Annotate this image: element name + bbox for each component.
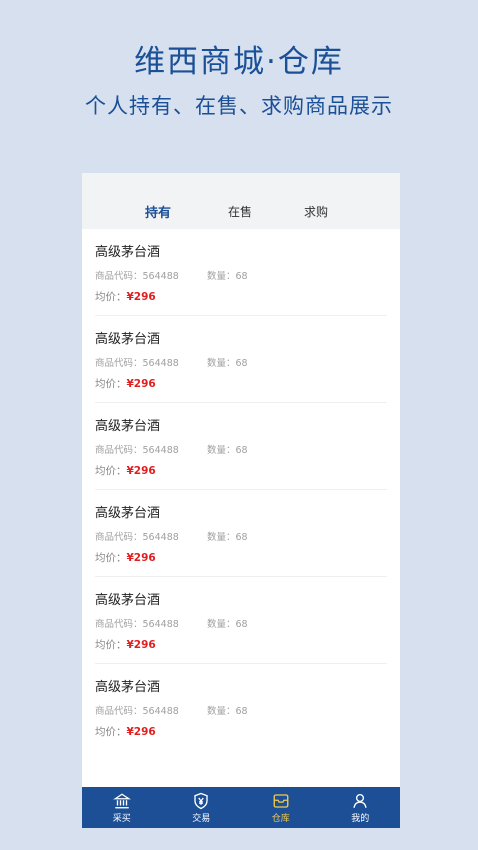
warehouse-tabs: 持有 在售 求购 [82, 173, 400, 229]
hero-subtitle: 个人持有、在售、求购商品展示 [85, 94, 393, 118]
qty-label: 数量： [207, 532, 236, 543]
product-quantity: 数量：68 [207, 529, 248, 543]
list-item[interactable]: 高级茅台酒 商品代码：564488 数量：68 均价：¥296 [82, 490, 400, 577]
price-label: 均价： [95, 552, 127, 564]
list-item[interactable]: 高级茅台酒 商品代码：564488 数量：68 均价：¥296 [82, 664, 400, 751]
list-item[interactable]: 高级茅台酒 商品代码：564488 数量：68 均价：¥296 [82, 577, 400, 664]
price-value: ¥296 [126, 552, 156, 564]
yen-shield-icon [194, 792, 208, 809]
price-value: ¥296 [126, 465, 156, 477]
product-price: 均价：¥296 [95, 289, 400, 304]
price-label: 均价： [95, 639, 127, 651]
product-code: 商品代码：564488 [95, 616, 179, 630]
price-value: ¥296 [126, 726, 156, 738]
product-meta: 商品代码：564488 数量：68 [95, 703, 400, 717]
product-code: 商品代码：564488 [95, 703, 179, 717]
code-value: 564488 [142, 358, 179, 369]
product-quantity: 数量：68 [207, 616, 248, 630]
product-quantity: 数量：68 [207, 355, 248, 369]
code-value: 564488 [142, 445, 179, 456]
tabbar-label: 我的 [351, 813, 370, 824]
product-code: 商品代码：564488 [95, 442, 179, 456]
list-item[interactable]: 高级茅台酒 商品代码：564488 数量：68 均价：¥296 [82, 403, 400, 490]
price-value: ¥296 [126, 639, 156, 651]
bottom-tabbar: 采买 交易 仓库 我的 [82, 787, 400, 828]
tab-wanted[interactable]: 求购 [304, 203, 328, 220]
product-price: 均价：¥296 [95, 463, 400, 478]
code-label: 商品代码： [95, 271, 143, 282]
qty-value: 68 [235, 706, 248, 717]
product-code: 商品代码：564488 [95, 529, 179, 543]
tab-on-sale[interactable]: 在售 [228, 203, 252, 220]
code-label: 商品代码： [95, 619, 143, 630]
code-label: 商品代码： [95, 358, 143, 369]
list-item[interactable]: 高级茅台酒 商品代码：564488 数量：68 均价：¥296 [82, 316, 400, 403]
product-quantity: 数量：68 [207, 268, 248, 282]
tabbar-item-trade[interactable]: 交易 [162, 787, 242, 828]
phone-screen: 持有 在售 求购 高级茅台酒 商品代码：564488 数量：68 均价：¥296… [82, 173, 400, 828]
code-value: 564488 [142, 619, 179, 630]
qty-value: 68 [235, 271, 248, 282]
tabbar-label: 交易 [192, 813, 211, 824]
product-name: 高级茅台酒 [95, 245, 161, 260]
product-name: 高级茅台酒 [95, 593, 161, 608]
product-meta: 商品代码：564488 数量：68 [95, 442, 400, 456]
tabbar-label: 采买 [112, 813, 131, 824]
code-value: 564488 [142, 706, 179, 717]
product-name: 高级茅台酒 [95, 332, 161, 347]
product-price: 均价：¥296 [95, 376, 400, 391]
qty-label: 数量： [207, 706, 236, 717]
tab-holding[interactable]: 持有 [145, 202, 171, 221]
warehouse-box-icon [273, 793, 289, 808]
code-value: 564488 [142, 271, 179, 282]
tabbar-item-purchase[interactable]: 采买 [82, 787, 162, 828]
product-name: 高级茅台酒 [95, 419, 161, 434]
tabbar-item-warehouse[interactable]: 仓库 [241, 787, 321, 828]
bank-icon [112, 792, 131, 808]
product-quantity: 数量：68 [207, 442, 248, 456]
price-label: 均价： [95, 726, 127, 738]
qty-value: 68 [235, 532, 248, 543]
product-price: 均价：¥296 [95, 724, 400, 739]
product-quantity: 数量：68 [207, 703, 248, 717]
qty-label: 数量： [207, 445, 236, 456]
code-label: 商品代码： [95, 532, 143, 543]
code-label: 商品代码： [95, 445, 143, 456]
tabbar-label: 仓库 [271, 813, 290, 824]
product-code: 商品代码：564488 [95, 268, 179, 282]
product-meta: 商品代码：564488 数量：68 [95, 616, 400, 630]
list-item[interactable]: 高级茅台酒 商品代码：564488 数量：68 均价：¥296 [82, 229, 400, 316]
qty-value: 68 [235, 445, 248, 456]
qty-value: 68 [235, 358, 248, 369]
product-code: 商品代码：564488 [95, 355, 179, 369]
product-list: 高级茅台酒 商品代码：564488 数量：68 均价：¥296 高级茅台酒 商品… [82, 229, 400, 751]
qty-label: 数量： [207, 358, 236, 369]
price-label: 均价： [95, 291, 127, 303]
product-meta: 商品代码：564488 数量：68 [95, 355, 400, 369]
product-price: 均价：¥296 [95, 550, 400, 565]
price-value: ¥296 [126, 291, 156, 303]
price-label: 均价： [95, 465, 127, 477]
code-label: 商品代码： [95, 706, 143, 717]
code-value: 564488 [142, 532, 179, 543]
price-value: ¥296 [126, 378, 156, 390]
product-price: 均价：¥296 [95, 637, 400, 652]
qty-value: 68 [235, 619, 248, 630]
hero-title: 维西商城·仓库 [134, 44, 344, 80]
person-icon [353, 793, 367, 808]
product-name: 高级茅台酒 [95, 506, 161, 521]
product-meta: 商品代码：564488 数量：68 [95, 529, 400, 543]
tabbar-item-mine[interactable]: 我的 [321, 787, 401, 828]
qty-label: 数量： [207, 619, 236, 630]
product-name: 高级茅台酒 [95, 680, 161, 695]
price-label: 均价： [95, 378, 127, 390]
qty-label: 数量： [207, 271, 236, 282]
product-meta: 商品代码：564488 数量：68 [95, 268, 400, 282]
